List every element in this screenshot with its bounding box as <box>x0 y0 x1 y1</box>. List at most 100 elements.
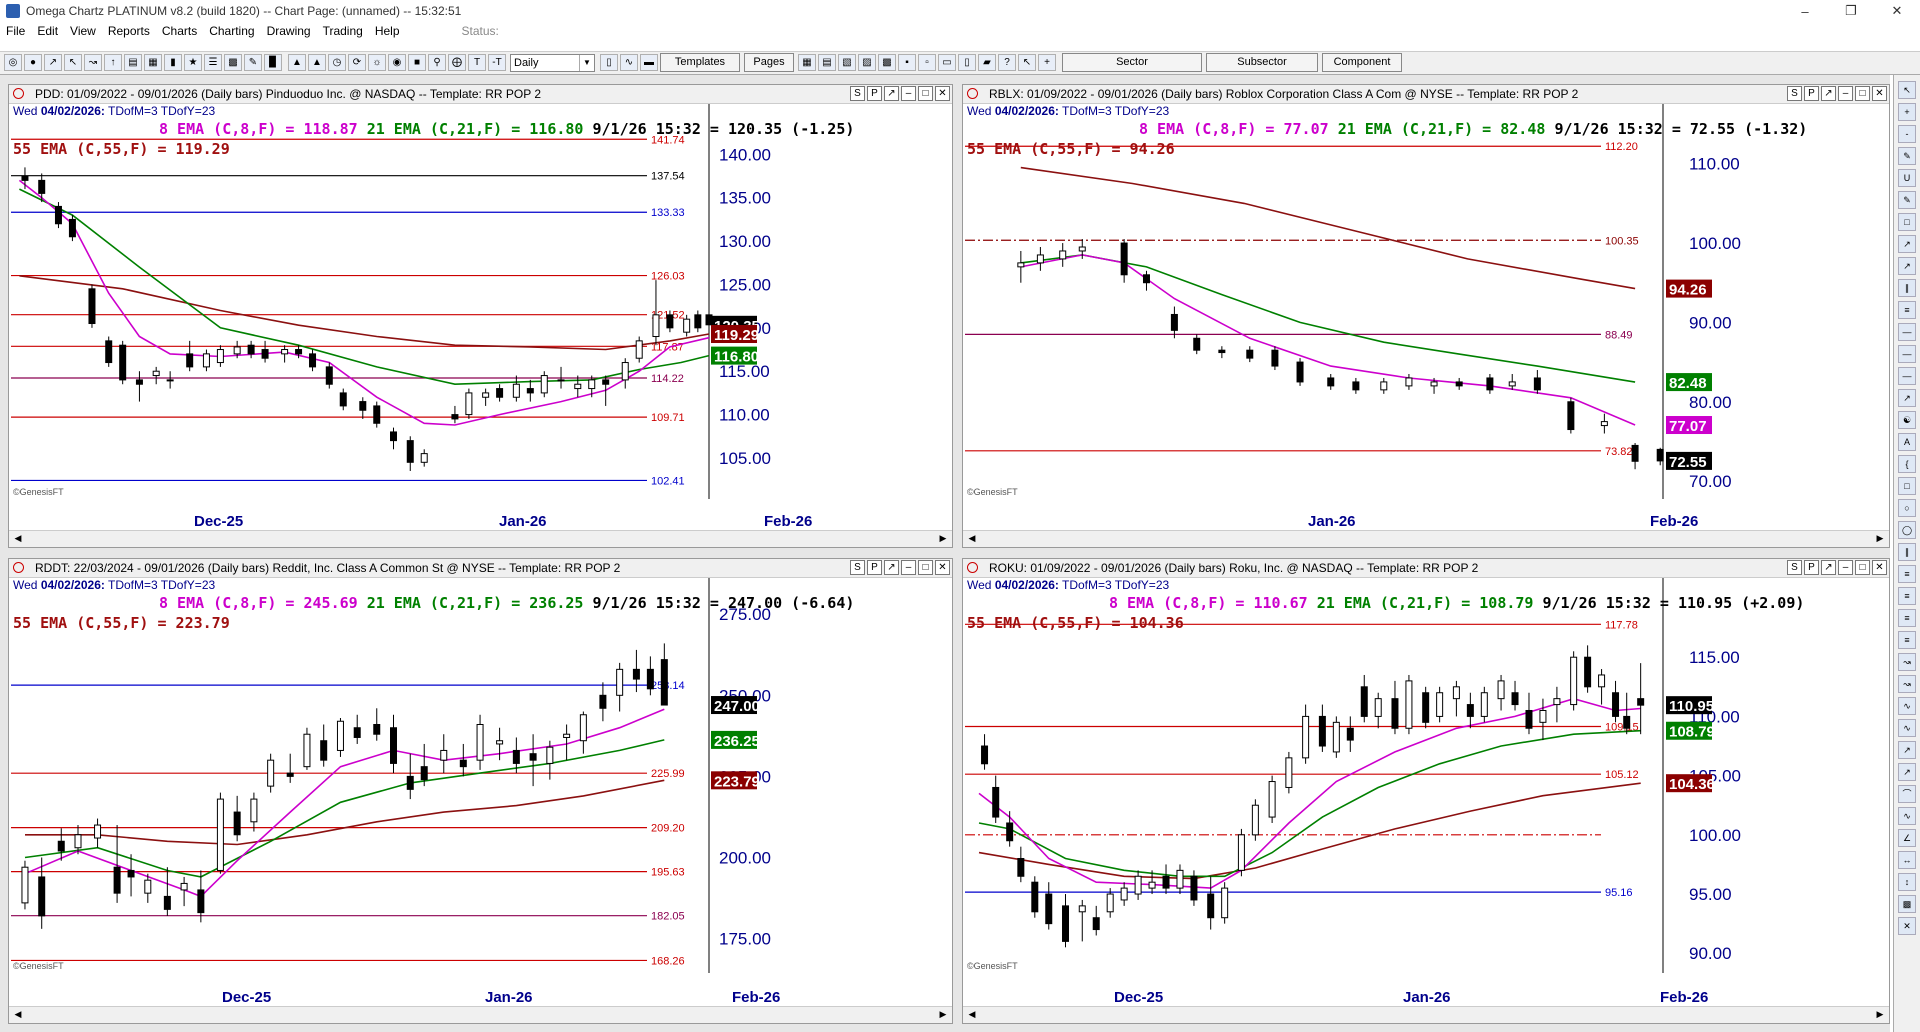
candle[interactable] <box>94 818 102 848</box>
candle[interactable] <box>579 711 587 754</box>
candle[interactable] <box>353 714 361 744</box>
candle[interactable] <box>1120 239 1128 283</box>
candle[interactable] <box>635 336 643 363</box>
candle[interactable] <box>1405 373 1413 390</box>
parallel-icon[interactable]: ∥ <box>1898 543 1916 561</box>
layout-icon[interactable]: ▦ <box>798 54 816 71</box>
candle[interactable] <box>616 662 624 712</box>
candle[interactable] <box>1302 704 1310 764</box>
candle[interactable] <box>247 340 255 359</box>
candle[interactable] <box>152 366 160 385</box>
candle[interactable] <box>1120 882 1128 906</box>
candle[interactable] <box>1553 686 1561 723</box>
candle[interactable] <box>1092 905 1100 936</box>
candle[interactable] <box>1170 306 1178 339</box>
circle-icon[interactable]: ○ <box>1898 499 1916 517</box>
pencil-icon[interactable]: ✎ <box>244 54 262 71</box>
list-icon[interactable]: ☰ <box>204 54 222 71</box>
candle[interactable] <box>38 173 46 203</box>
candle[interactable] <box>992 775 1000 823</box>
menu-reports[interactable]: Reports <box>102 24 156 38</box>
candle[interactable] <box>440 734 448 774</box>
candle[interactable] <box>373 708 381 741</box>
region-icon[interactable]: ▩ <box>1898 895 1916 913</box>
hline2-icon[interactable]: — <box>1898 345 1916 363</box>
arrow-icon[interactable]: ↗ <box>1898 389 1916 407</box>
candle[interactable] <box>1346 716 1354 752</box>
layout8-icon[interactable]: ▭ <box>938 54 956 71</box>
layout5-icon[interactable]: ▩ <box>878 54 896 71</box>
ray-icon[interactable]: ↗ <box>1898 257 1916 275</box>
candle[interactable] <box>563 724 571 761</box>
horizontal-scrollbar[interactable]: ◀ ▶ <box>9 1006 952 1023</box>
candle[interactable] <box>529 734 537 787</box>
menu-drawing[interactable]: Drawing <box>261 24 317 38</box>
layout9-icon[interactable]: ▯ <box>958 54 976 71</box>
candle[interactable] <box>233 795 241 842</box>
zoom-in-icon[interactable]: + <box>1898 103 1916 121</box>
scroll-right-icon[interactable]: ▶ <box>1873 532 1887 545</box>
cursor-icon[interactable]: ↖ <box>1898 81 1916 99</box>
candle[interactable] <box>267 753 275 793</box>
candle[interactable] <box>261 340 269 363</box>
ellipse-icon[interactable]: ◯ <box>1898 521 1916 539</box>
clock-icon[interactable]: ◷ <box>328 54 346 71</box>
candle[interactable] <box>1327 373 1335 390</box>
candle[interactable] <box>1570 651 1578 711</box>
candle[interactable] <box>632 649 640 693</box>
fan2-icon[interactable]: ↗ <box>1898 763 1916 781</box>
brush-icon[interactable]: ✎ <box>1898 147 1916 165</box>
candle[interactable] <box>1193 334 1201 355</box>
scroll-left-icon[interactable]: ◀ <box>11 1008 25 1021</box>
candle[interactable] <box>1480 686 1488 723</box>
candle[interactable] <box>1237 828 1245 877</box>
menu-charts[interactable]: Charts <box>156 24 203 38</box>
tag-icon[interactable]: ▲ <box>308 54 326 71</box>
arc-icon[interactable]: ⌒ <box>1898 785 1916 803</box>
candle[interactable] <box>1380 377 1388 394</box>
candle[interactable] <box>1455 377 1463 390</box>
angle-icon[interactable]: ∠ <box>1898 829 1916 847</box>
menu-help[interactable]: Help <box>369 24 406 38</box>
candle[interactable] <box>1246 346 1254 363</box>
traffic-light-icon[interactable]: ● <box>24 54 42 71</box>
candle[interactable] <box>21 860 29 910</box>
candle[interactable] <box>459 743 467 777</box>
chart-line-icon[interactable]: ↝ <box>84 54 102 71</box>
candle[interactable] <box>105 336 113 367</box>
magnet-icon[interactable]: U <box>1898 169 1916 187</box>
layout3-icon[interactable]: ▧ <box>838 54 856 71</box>
candle[interactable] <box>981 734 989 770</box>
grid-icon[interactable]: ▩ <box>224 54 242 71</box>
fan-icon[interactable]: ↗ <box>1898 741 1916 759</box>
candle[interactable] <box>1352 377 1360 394</box>
sun-icon[interactable]: ☼ <box>368 54 386 71</box>
help-icon[interactable]: ? <box>998 54 1016 71</box>
bracket-icon[interactable]: { <box>1898 455 1916 473</box>
candles-icon[interactable]: ▯ <box>600 54 618 71</box>
candle[interactable] <box>1218 346 1226 359</box>
zoom-icon[interactable]: ⚲ <box>428 54 446 71</box>
candle[interactable] <box>390 427 398 450</box>
menu-view[interactable]: View <box>64 24 102 38</box>
candle[interactable] <box>390 714 398 774</box>
stop-icon[interactable]: ■ <box>408 54 426 71</box>
layout7-icon[interactable]: ▫ <box>918 54 936 71</box>
text-minus-icon[interactable]: -T <box>488 54 506 71</box>
candle[interactable] <box>660 643 668 706</box>
chart-panel-pdd[interactable]: PDD: 01/09/2022 - 09/01/2026 (Daily bars… <box>8 84 953 548</box>
square-icon[interactable]: □ <box>1898 477 1916 495</box>
candle[interactable] <box>1374 692 1382 729</box>
candle[interactable] <box>1078 899 1086 942</box>
sector-button[interactable]: Sector <box>1062 53 1202 72</box>
levels2-icon[interactable]: ≡ <box>1898 609 1916 627</box>
candle[interactable] <box>496 727 504 761</box>
candle[interactable] <box>476 714 484 770</box>
templates-button[interactable]: Templates <box>660 53 740 72</box>
close-icon[interactable]: ✕ <box>1874 0 1920 22</box>
candle[interactable] <box>336 718 344 757</box>
folder-icon[interactable]: ▤ <box>124 54 142 71</box>
candle[interactable] <box>1062 894 1070 948</box>
interval-select[interactable]: Daily ▼ <box>510 54 595 72</box>
candle[interactable] <box>281 345 289 363</box>
